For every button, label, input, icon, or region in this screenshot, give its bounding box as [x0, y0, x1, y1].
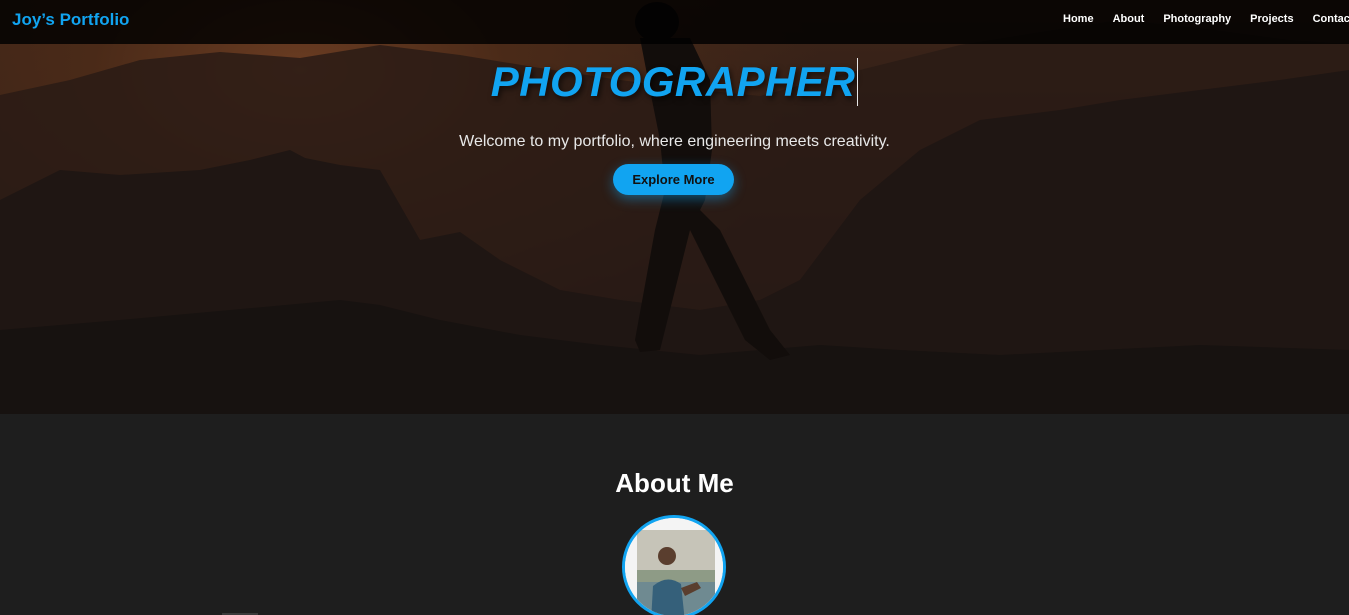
hero-section: PHOTOGRAPHER Welcome to my portfolio, wh… [0, 0, 1349, 414]
profile-avatar [622, 515, 726, 615]
typing-cursor [857, 57, 859, 106]
hero-title: PHOTOGRAPHER [0, 57, 1349, 106]
profile-photo-icon [625, 518, 723, 615]
nav-link-about[interactable]: About [1113, 13, 1145, 25]
nav-link-projects[interactable]: Projects [1250, 13, 1293, 25]
nav-links: Home About Photography Projects Contac [1063, 13, 1349, 25]
hero-title-text: PHOTOGRAPHER [490, 58, 856, 105]
page: PHOTOGRAPHER Welcome to my portfolio, wh… [0, 0, 1349, 615]
nav-link-photography[interactable]: Photography [1163, 13, 1231, 25]
brand-logo-link[interactable]: Joy’s Portfolio [12, 10, 129, 30]
about-section: About Me [0, 414, 1349, 615]
nav-link-home[interactable]: Home [1063, 13, 1094, 25]
explore-more-button[interactable]: Explore More [613, 164, 734, 195]
about-title: About Me [615, 468, 734, 498]
navbar: Joy’s Portfolio Home About Photography P… [0, 0, 1349, 44]
nav-link-contact[interactable]: Contac [1313, 13, 1349, 25]
hero-subtitle: Welcome to my portfolio, where engineeri… [459, 133, 890, 150]
